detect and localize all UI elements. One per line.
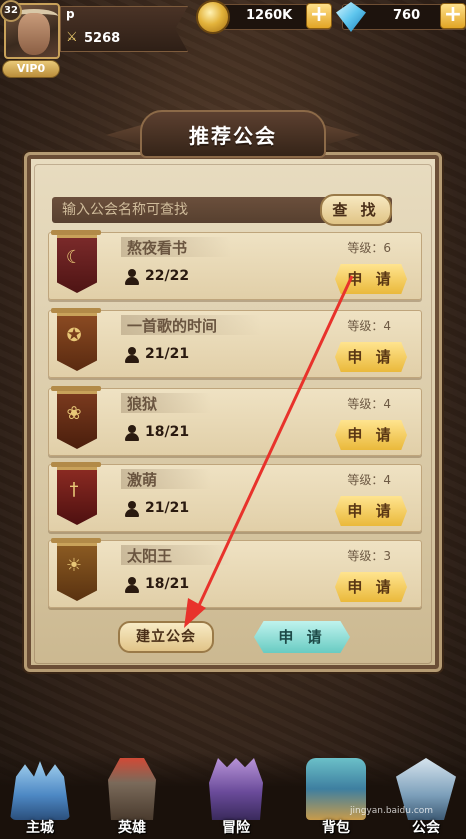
- apply-button[interactable]: 申 请: [335, 496, 407, 526]
- panel-title: 推荐公会: [189, 124, 277, 148]
- nav-item-guild[interactable]: 公会: [386, 752, 466, 839]
- apply-button[interactable]: 申 请: [335, 342, 407, 372]
- guild-name: 狼狱: [127, 395, 158, 413]
- search-button[interactable]: 查 找: [320, 194, 392, 226]
- banner-rod: [51, 230, 101, 235]
- guild-row: † 激萌 21/21 等级：4 申 请: [48, 462, 422, 532]
- guild-members: 18/21: [145, 424, 190, 440]
- guild-level: 等级：4: [347, 397, 391, 411]
- member-icon: [125, 269, 139, 285]
- nav-label: 冒险: [222, 820, 250, 836]
- guild-row: ☾ 熬夜看书 22/22 等级：6 申 请: [48, 230, 422, 300]
- member-icon: [125, 425, 139, 441]
- guild-row: ❀ 狼狱 18/21 等级：4 申 请: [48, 386, 422, 456]
- banner-rod: [51, 538, 101, 543]
- sword-icon: †: [69, 479, 79, 500]
- guild-level: 等级：4: [347, 473, 391, 487]
- guild-members: 18/21: [145, 576, 190, 592]
- guild-name: 激萌: [127, 471, 158, 489]
- guild-row: ☀ 太阳王 18/21 等级：3 申 请: [48, 538, 422, 608]
- star-medal-icon: ✪: [66, 325, 82, 346]
- guild-name: 太阳王: [127, 547, 173, 565]
- apply-button[interactable]: 申 请: [335, 572, 407, 602]
- apply-button[interactable]: 申 请: [335, 264, 407, 294]
- nav-item-adventure[interactable]: 冒险: [196, 752, 276, 839]
- nav-item-main-city[interactable]: 主城: [0, 752, 80, 839]
- add-gold-button[interactable]: +: [306, 3, 332, 29]
- nav-label: 公会: [412, 820, 440, 836]
- add-gems-button[interactable]: +: [440, 3, 466, 29]
- gold-amount: 1260K: [246, 8, 293, 23]
- guild-name: 熬夜看书: [127, 239, 188, 257]
- adventure-gate-icon: [209, 758, 263, 820]
- create-guild-button[interactable]: 建立公会: [118, 621, 214, 653]
- apply-button[interactable]: 申 请: [335, 420, 407, 450]
- guild-row: ✪ 一首歌的时间 21/21 等级：4 申 请: [48, 308, 422, 378]
- banner-rod: [51, 386, 101, 391]
- nav-label: 英雄: [118, 820, 146, 836]
- guild-members: 21/21: [145, 500, 190, 516]
- sun-icon: ☀: [65, 555, 83, 576]
- watermark: jingyan.baidu.com: [350, 806, 434, 816]
- nav-label: 背包: [322, 820, 350, 836]
- quick-apply-button[interactable]: 申 请: [254, 621, 350, 653]
- guild-level: 等级：3: [347, 549, 391, 563]
- crescent-moon-icon: ☾: [65, 247, 83, 268]
- avatar-face: [18, 13, 50, 55]
- guild-level: 等级：4: [347, 319, 391, 333]
- top-bar: 32 p ⚔ 5268 VIP0 1260K + 760 +: [0, 0, 466, 78]
- guild-level: 等级：6: [347, 241, 391, 255]
- banner-rod: [51, 308, 101, 313]
- guild-members: 22/22: [145, 268, 190, 284]
- guild-members: 21/21: [145, 346, 190, 362]
- nav-label: 主城: [26, 820, 54, 836]
- gem-amount: 760: [393, 8, 421, 23]
- vip-badge[interactable]: VIP0: [2, 60, 60, 78]
- guild-name: 一首歌的时间: [127, 317, 218, 335]
- player-level-badge: 32: [0, 0, 22, 22]
- gold-coin-icon: [196, 0, 230, 34]
- member-icon: [125, 501, 139, 517]
- guild-search-input[interactable]: [52, 197, 322, 223]
- power-swords-icon: ⚔: [66, 30, 78, 45]
- member-icon: [125, 347, 139, 363]
- nav-item-heroes[interactable]: 英雄: [92, 752, 172, 839]
- player-name: p: [66, 7, 75, 21]
- hero-helmet-icon: [108, 758, 156, 820]
- player-power: 5268: [84, 31, 121, 46]
- castle-icon: [10, 761, 70, 820]
- nav-item-backpack[interactable]: 背包: [296, 752, 376, 839]
- banner-rod: [51, 462, 101, 467]
- member-icon: [125, 577, 139, 593]
- player-info-plate: [60, 6, 188, 52]
- paw-print-icon: ❀: [66, 403, 82, 424]
